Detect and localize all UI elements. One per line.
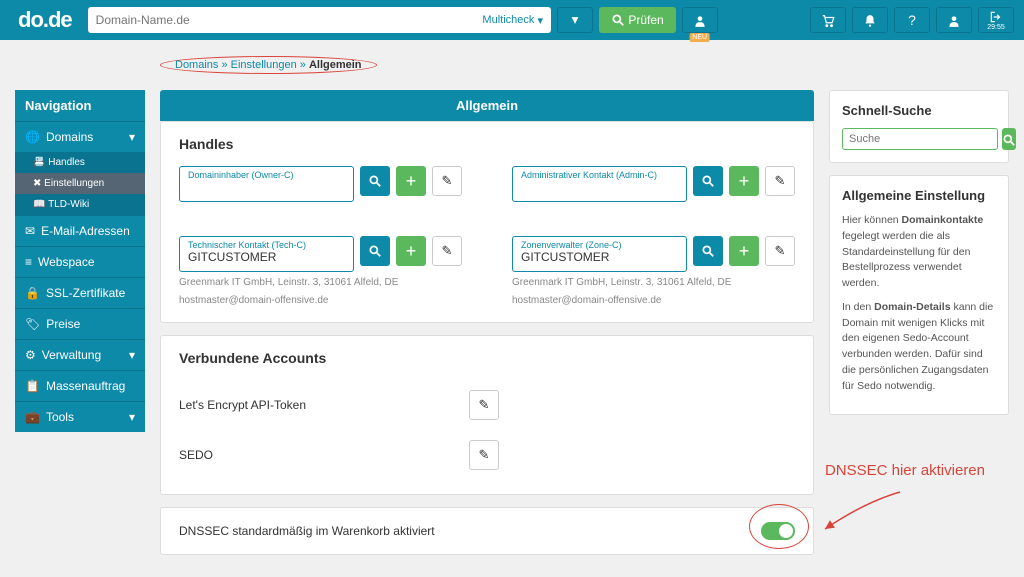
admin-field[interactable]: Administrativer Kontakt (Admin-C) — [512, 166, 687, 202]
sedo-row: SEDO ✎ — [179, 430, 499, 480]
le-edit-button[interactable]: ✎ — [469, 390, 499, 420]
zone-handle: Zonenverwalter (Zone-C) GITCUSTOMER + ✎ … — [512, 236, 795, 308]
neu-badge: NEU — [689, 33, 710, 42]
profile-button[interactable] — [936, 7, 972, 33]
cart-button[interactable] — [810, 7, 846, 33]
nav-ssl[interactable]: 🔒SSL-Zertifikate — [15, 277, 145, 308]
annotation-arrow — [815, 487, 905, 537]
accounts-panel: Verbundene Accounts Let's Encrypt API-To… — [160, 335, 814, 495]
cart-icon — [821, 14, 835, 28]
quick-search-panel: Schnell-Suche — [829, 90, 1009, 163]
nav-domains[interactable]: 🌐Domains▾ — [15, 121, 145, 152]
check-button[interactable]: Prüfen — [599, 7, 676, 33]
tech-search-button[interactable] — [360, 236, 390, 266]
sidebar: Navigation 🌐Domains▾ 📇 Handles ✖ Einstel… — [15, 90, 145, 567]
domain-search-wrap: Multicheck ▾ ▾ Prüfen NEU — [88, 7, 718, 33]
nav-handles[interactable]: 📇 Handles — [15, 152, 145, 173]
nav-massen[interactable]: 📋Massenauftrag — [15, 370, 145, 401]
nav-tools[interactable]: 💼Tools▾ — [15, 401, 145, 432]
dnssec-panel: DNSSEC standardmäßig im Warenkorb aktivi… — [160, 507, 814, 555]
bell-icon — [863, 14, 877, 28]
search-icon — [701, 174, 715, 188]
breadcrumb[interactable]: Domains » Einstellungen » Allgemein — [160, 56, 377, 74]
owner-edit-button[interactable]: ✎ — [432, 166, 462, 196]
admin-edit-button[interactable]: ✎ — [765, 166, 795, 196]
search-icon — [1002, 133, 1016, 147]
owner-field[interactable]: Domaininhaber (Owner-C) — [179, 166, 354, 202]
domain-search-input[interactable] — [88, 7, 475, 33]
tech-field[interactable]: Technischer Kontakt (Tech-C) GITCUSTOMER — [179, 236, 354, 272]
search-icon — [368, 244, 382, 258]
owner-handle: Domaininhaber (Owner-C) + ✎ — [179, 166, 462, 206]
nav-preise[interactable]: 🏷Preise — [15, 308, 145, 339]
search-icon — [611, 13, 625, 27]
search-icon — [701, 244, 715, 258]
info-p1: Hier können Domainkontakte fegelegt werd… — [842, 213, 996, 292]
quick-search-button[interactable] — [1002, 128, 1016, 150]
quick-search-input[interactable] — [842, 128, 998, 150]
multicheck-dropdown[interactable]: Multicheck ▾ — [474, 7, 551, 33]
accounts-heading: Verbundene Accounts — [179, 350, 795, 366]
user-icon — [947, 14, 961, 28]
admin-add-button[interactable]: + — [729, 166, 759, 196]
header-bar: do.de Multicheck ▾ ▾ Prüfen NEU ? 29:55 — [0, 0, 1024, 40]
admin-search-button[interactable] — [693, 166, 723, 196]
info-panel: Allgemeine Einstellung Hier können Domai… — [829, 175, 1009, 415]
sedo-edit-button[interactable]: ✎ — [469, 440, 499, 470]
owner-add-button[interactable]: + — [396, 166, 426, 196]
nav-tldwiki[interactable]: 📖 TLD-Wiki — [15, 194, 145, 215]
tech-handle: Technischer Kontakt (Tech-C) GITCUSTOMER… — [179, 236, 462, 308]
user-icon — [693, 14, 707, 28]
annotation-circle — [749, 504, 809, 549]
admin-handle: Administrativer Kontakt (Admin-C) + ✎ — [512, 166, 795, 206]
zone-add-button[interactable]: + — [729, 236, 759, 266]
nav-einstellungen[interactable]: ✖ Einstellungen — [15, 173, 145, 194]
tech-add-button[interactable]: + — [396, 236, 426, 266]
le-row: Let's Encrypt API-Token ✎ — [179, 380, 499, 430]
zone-edit-button[interactable]: ✎ — [765, 236, 795, 266]
filter-button[interactable]: ▾ — [557, 7, 593, 33]
tech-edit-button[interactable]: ✎ — [432, 236, 462, 266]
logout-button[interactable]: 29:55 — [978, 7, 1014, 33]
main-content: Domains » Einstellungen » Allgemein Allg… — [160, 50, 814, 567]
owner-search-button[interactable] — [360, 166, 390, 196]
account-button[interactable]: NEU — [682, 7, 718, 33]
notifications-button[interactable] — [852, 7, 888, 33]
nav-webspace[interactable]: ≡Webspace — [15, 246, 145, 277]
handles-panel: Handles Domaininhaber (Owner-C) + ✎ — [160, 121, 814, 323]
nav-email[interactable]: ✉E-Mail-Adressen — [15, 215, 145, 246]
help-button[interactable]: ? — [894, 7, 930, 33]
annotation-text: DNSSEC hier aktivieren — [825, 462, 985, 479]
main-panel-title: Allgemein — [160, 90, 814, 121]
breadcrumb-wrap: Domains » Einstellungen » Allgemein — [160, 50, 814, 80]
zone-search-button[interactable] — [693, 236, 723, 266]
nav-verwaltung[interactable]: ⚙Verwaltung▾ — [15, 339, 145, 370]
nav-header: Navigation — [15, 90, 145, 121]
dnssec-label: DNSSEC standardmäßig im Warenkorb aktivi… — [179, 524, 435, 538]
logout-icon — [989, 10, 1003, 24]
quick-search-heading: Schnell-Suche — [842, 103, 996, 118]
info-p2: In den Domain-Details kann die Domain mi… — [842, 300, 996, 395]
handles-heading: Handles — [179, 136, 795, 152]
header-right: ? 29:55 — [810, 7, 1014, 33]
search-icon — [368, 174, 382, 188]
zone-field[interactable]: Zonenverwalter (Zone-C) GITCUSTOMER — [512, 236, 687, 272]
logo: do.de — [10, 7, 80, 33]
info-heading: Allgemeine Einstellung — [842, 188, 996, 203]
